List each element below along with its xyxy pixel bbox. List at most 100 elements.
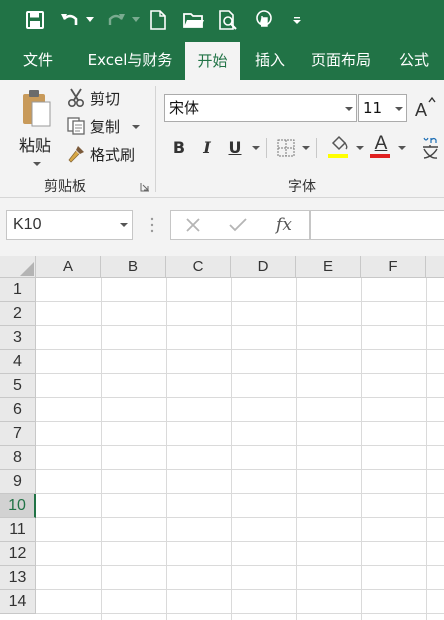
- row-header[interactable]: 13: [0, 566, 36, 590]
- tab-insert[interactable]: 插入: [242, 40, 298, 80]
- phonetic-guide-button[interactable]: [420, 134, 444, 160]
- column-header-partial[interactable]: [426, 256, 444, 278]
- gridline: [426, 278, 427, 620]
- tab-excel-finance[interactable]: Excel与财务: [78, 40, 182, 80]
- gridline: [36, 493, 444, 494]
- column-header-b[interactable]: B: [101, 256, 166, 278]
- tab-formulas[interactable]: 公式: [388, 40, 440, 80]
- redo-dropdown-icon[interactable]: [130, 8, 142, 32]
- gridline: [101, 278, 102, 620]
- font-color-button[interactable]: A: [370, 134, 392, 160]
- copy-dropdown-icon[interactable]: [132, 125, 140, 129]
- tab-home[interactable]: 开始: [185, 42, 240, 80]
- font-name-value: 宋体: [169, 99, 200, 117]
- cut-button[interactable]: 剪切: [64, 88, 148, 110]
- undo-icon[interactable]: [58, 8, 82, 32]
- fill-color-dropdown-icon[interactable]: [356, 146, 364, 150]
- gridline: [36, 469, 444, 470]
- gridline: [361, 278, 362, 620]
- column-header-a[interactable]: A: [36, 256, 101, 278]
- cancel-entry-icon[interactable]: [185, 217, 201, 233]
- format-painter-button[interactable]: 格式刷: [64, 144, 148, 166]
- save-icon[interactable]: [24, 8, 46, 32]
- svg-text:A: A: [415, 100, 427, 120]
- gridline: [36, 397, 444, 398]
- copy-icon: [67, 117, 85, 135]
- copy-button[interactable]: 复制: [64, 116, 148, 138]
- clipboard-group-label: 剪贴板: [44, 179, 86, 195]
- gridline: [231, 278, 232, 620]
- gridline: [36, 541, 444, 542]
- borders-button[interactable]: [276, 138, 296, 158]
- borders-dropdown-icon[interactable]: [302, 146, 310, 150]
- fill-color-button[interactable]: [328, 134, 350, 160]
- formula-input[interactable]: [310, 210, 444, 240]
- select-all-corner[interactable]: [0, 256, 36, 278]
- row-header[interactable]: 8: [0, 446, 36, 470]
- column-header-e[interactable]: E: [296, 256, 361, 278]
- gridline: [296, 278, 297, 620]
- tab-page-layout[interactable]: 页面布局: [304, 40, 378, 80]
- gridline: [36, 349, 444, 350]
- gridline: [36, 565, 444, 566]
- format-painter-label: 格式刷: [90, 146, 136, 164]
- tab-file[interactable]: 文件: [8, 40, 68, 80]
- cut-label: 剪切: [90, 90, 121, 108]
- select-all-triangle-icon: [20, 262, 34, 276]
- gridline: [166, 278, 167, 620]
- row-header[interactable]: 14: [0, 590, 36, 614]
- underline-button[interactable]: U: [224, 137, 246, 159]
- bold-button[interactable]: B: [168, 137, 190, 159]
- scissors-icon: [67, 88, 85, 108]
- increase-font-size-button[interactable]: A: [414, 96, 436, 120]
- worksheet-grid[interactable]: A B C D E F 1 2 3 4 5 6 7 8 9 10 11 12 1…: [0, 256, 444, 620]
- clipboard-dialog-launcher-icon[interactable]: [140, 182, 150, 192]
- ribbon-tab-bar: 文件 Excel与财务 开始 插入 页面布局 公式: [0, 40, 444, 80]
- underline-dropdown-icon[interactable]: [252, 146, 260, 150]
- paste-dropdown-icon[interactable]: [33, 162, 41, 166]
- touch-mode-icon[interactable]: [252, 8, 276, 32]
- new-document-icon[interactable]: [148, 8, 168, 32]
- name-box[interactable]: K10: [6, 210, 133, 240]
- font-name-combobox[interactable]: 宋体: [164, 94, 357, 122]
- row-header[interactable]: 1: [0, 278, 36, 302]
- paste-button[interactable]: 粘贴: [14, 86, 58, 166]
- row-header[interactable]: 5: [0, 374, 36, 398]
- font-color-dropdown-icon[interactable]: [398, 146, 406, 150]
- row-header[interactable]: 6: [0, 398, 36, 422]
- formula-bar-resize-handle[interactable]: [150, 215, 154, 235]
- column-header-f[interactable]: F: [361, 256, 426, 278]
- increase-font-icon: A: [415, 96, 436, 120]
- row-header[interactable]: 9: [0, 470, 36, 494]
- confirm-entry-icon[interactable]: [229, 217, 247, 233]
- row-header[interactable]: 4: [0, 350, 36, 374]
- row-header[interactable]: 2: [0, 302, 36, 326]
- font-size-combobox[interactable]: 11: [358, 94, 407, 122]
- column-header-c[interactable]: C: [166, 256, 231, 278]
- font-size-value: 11: [363, 99, 383, 117]
- open-folder-icon[interactable]: [182, 8, 206, 32]
- undo-dropdown-icon[interactable]: [84, 8, 96, 32]
- row-header-selected[interactable]: 10: [0, 494, 36, 518]
- redo-icon[interactable]: [104, 8, 128, 32]
- gridline: [36, 421, 444, 422]
- ribbon-home: 粘贴 剪切 复制 格式刷 剪贴板 宋体 11 A B I U A 字体: [0, 80, 444, 198]
- gridline: [36, 517, 444, 518]
- row-header[interactable]: 3: [0, 326, 36, 350]
- italic-button[interactable]: I: [196, 137, 218, 159]
- insert-function-icon[interactable]: fx: [271, 214, 297, 236]
- font-size-dropdown-icon[interactable]: [395, 107, 403, 111]
- customize-toolbar-icon[interactable]: [290, 8, 304, 32]
- gridline: [36, 589, 444, 590]
- print-preview-icon[interactable]: [217, 8, 239, 32]
- row-header[interactable]: 7: [0, 422, 36, 446]
- fill-color-swatch: [328, 154, 348, 158]
- phonetic-guide-icon: [423, 137, 438, 159]
- formula-buttons: fx: [170, 210, 310, 240]
- column-header-d[interactable]: D: [231, 256, 296, 278]
- name-box-dropdown-icon[interactable]: [120, 223, 128, 227]
- row-header[interactable]: 12: [0, 542, 36, 566]
- row-header[interactable]: 11: [0, 518, 36, 542]
- font-name-dropdown-icon[interactable]: [345, 107, 353, 111]
- borders-icon: [277, 139, 295, 157]
